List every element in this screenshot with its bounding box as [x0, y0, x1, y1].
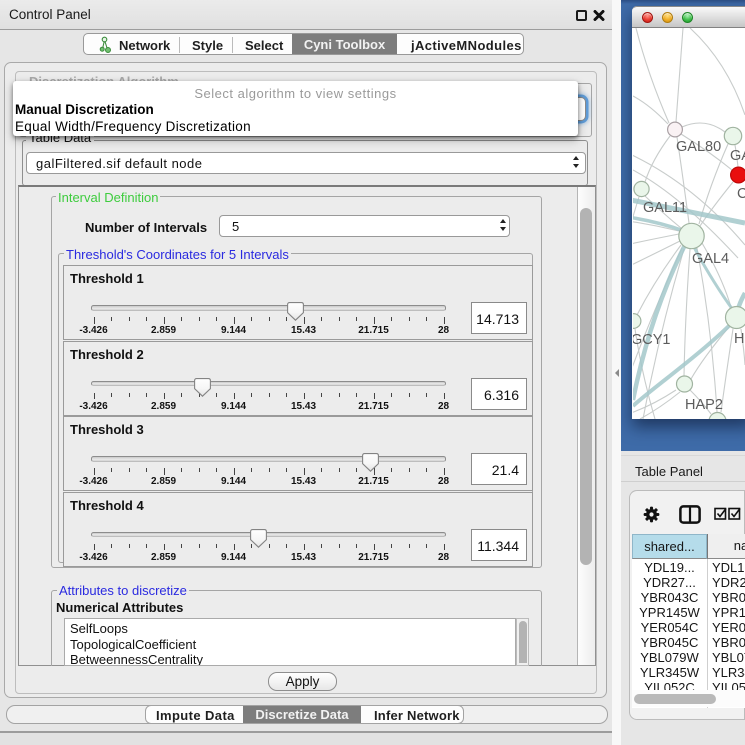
- svg-text:HAP2: HAP2: [685, 397, 723, 413]
- svg-text:GAL11: GAL11: [643, 200, 687, 216]
- svg-text:GAL4: GAL4: [692, 251, 729, 267]
- svg-text:GCY1: GCY1: [633, 332, 671, 348]
- svg-text:CD: CD: [737, 186, 745, 202]
- svg-text:GAL: GAL: [730, 148, 745, 164]
- svg-text:GAL80: GAL80: [676, 139, 721, 155]
- svg-text:HI: HI: [734, 331, 745, 347]
